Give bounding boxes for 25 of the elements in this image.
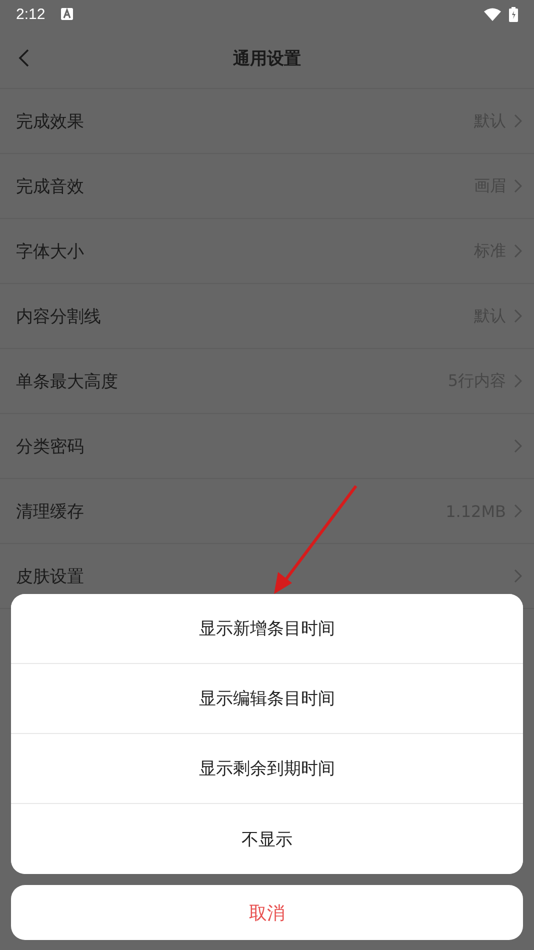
chevron-icon [514,244,522,258]
chevron-icon [514,179,522,193]
settings-row[interactable]: 分类密码 [0,414,534,479]
wifi-icon [484,8,501,20]
setting-label: 清理缓存 [16,500,84,522]
cancel-button[interactable]: 取消 [11,885,523,940]
sheet-option[interactable]: 显示新增条目时间 [11,594,523,664]
back-icon[interactable] [18,48,30,68]
status-time: 2:12 [16,6,46,22]
battery-icon [509,6,518,22]
setting-label: 字体大小 [16,240,84,262]
setting-label: 内容分割线 [16,306,101,328]
chevron-icon [514,439,522,453]
setting-label: 单条最大高度 [16,370,118,392]
setting-label: 完成音效 [16,176,84,198]
setting-label: 皮肤设置 [16,566,84,588]
chevron-icon [514,504,522,518]
chevron-icon [514,309,522,323]
notification-icon [61,8,74,20]
chevron-icon [514,374,522,388]
setting-label: 分类密码 [16,436,84,458]
setting-label: 完成效果 [16,110,84,132]
page-title: 通用设置 [233,48,301,70]
chevron-icon [514,569,522,583]
chevron-icon [514,114,522,128]
